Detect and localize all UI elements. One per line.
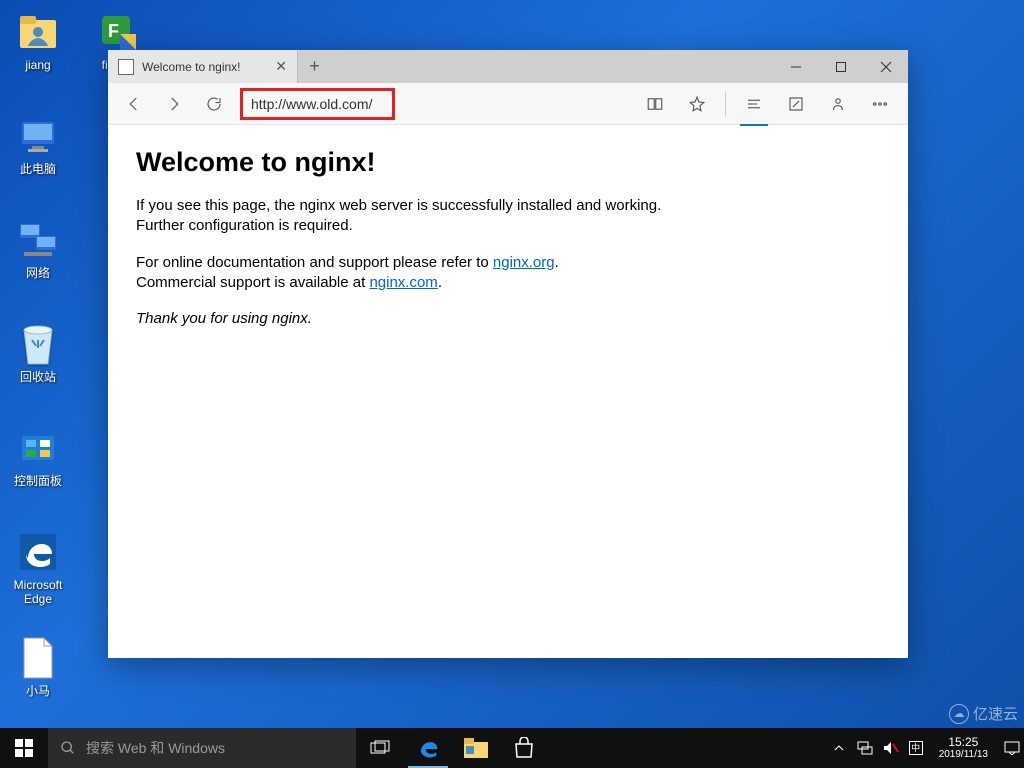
fiddler-icon: F [96,10,140,54]
taskbar-clock[interactable]: 15:25 2019/11/13 [933,736,994,760]
taskbar-store[interactable] [500,728,548,768]
forward-button[interactable] [156,86,192,122]
web-note-button[interactable] [776,86,816,122]
store-icon [513,737,535,759]
desktop-icon-label: 回收站 [0,370,76,384]
page-heading: Welcome to nginx! [136,147,880,178]
desktop-icon-label: 此电脑 [0,162,76,176]
tray-chevron-icon[interactable] [831,740,847,756]
nav-bar: http://www.old.com/ [108,83,908,125]
notifications-icon[interactable] [1004,740,1020,756]
close-window-button[interactable] [863,50,908,83]
system-tray: 中 15:25 2019/11/13 [827,728,1024,768]
desktop-icon-label: 网络 [0,266,76,280]
start-button[interactable] [0,728,48,768]
time-text: 15:25 [939,736,988,749]
desktop-icon-pc[interactable]: 此电脑 [0,112,76,176]
minimize-button[interactable] [773,50,818,83]
refresh-button[interactable] [196,86,232,122]
desktop-icon-edge[interactable]: Microsoft Edge [0,528,76,607]
edge-icon [415,735,441,761]
search-icon [60,740,76,756]
url-text: http://www.old.com/ [251,96,372,112]
edge-icon [16,530,60,574]
desktop-icon-label: 小马 [0,684,76,698]
page-content: Welcome to nginx! If you see this page, … [108,125,908,658]
page-thanks: Thank you for using nginx. [136,309,696,329]
user-folder-icon [16,10,60,54]
desktop-icon-user[interactable]: jiang [0,8,76,72]
separator [725,92,726,116]
link-nginx-com[interactable]: nginx.com [369,274,437,291]
share-button[interactable] [818,86,858,122]
desktop-icon-file[interactable]: 小马 [0,634,76,698]
desktop-icon-recycle-bin[interactable]: 回收站 [0,320,76,384]
this-pc-icon [16,114,60,158]
browser-tab[interactable]: Welcome to nginx! ✕ [108,50,298,83]
page-icon [118,59,134,75]
favorites-button[interactable] [677,86,717,122]
ime-tray-icon[interactable]: 中 [909,741,923,755]
new-tab-button[interactable]: + [298,50,331,83]
taskbar-edge[interactable] [404,728,452,768]
watermark: ☁ 亿速云 [949,703,1018,724]
task-view-button[interactable] [356,728,404,768]
desktop-icon-label: 控制面板 [0,474,76,488]
close-tab-icon[interactable]: ✕ [275,58,287,75]
more-button[interactable] [860,86,900,122]
maximize-button[interactable] [818,50,863,83]
desktop-icon-label: Microsoft Edge [0,578,76,607]
tab-title: Welcome to nginx! [142,60,241,74]
folder-icon [464,738,488,758]
desktop-icon-network[interactable]: 网络 [0,216,76,280]
windows-logo-icon [15,739,33,757]
taskbar-explorer[interactable] [452,728,500,768]
page-paragraph: For online documentation and support ple… [136,253,696,294]
edge-browser-window: Welcome to nginx! ✕ + http://www.old. [108,50,908,658]
desktop-icon-control-panel[interactable]: 控制面板 [0,424,76,488]
date-text: 2019/11/13 [939,749,988,760]
link-nginx-org[interactable]: nginx.org [493,254,555,271]
window-controls [773,50,908,83]
desktop-icon-label: jiang [0,58,76,72]
taskbar-search[interactable]: 搜索 Web 和 Windows [48,728,356,768]
cloud-icon: ☁ [949,704,969,724]
page-paragraph: If you see this page, the nginx web serv… [136,196,696,237]
control-panel-icon [16,426,60,470]
hub-button[interactable] [734,86,774,122]
network-tray-icon[interactable] [857,740,873,756]
reading-view-button[interactable] [635,86,675,122]
file-icon [20,636,56,680]
watermark-text: 亿速云 [973,703,1018,724]
tab-bar: Welcome to nginx! ✕ + [108,50,908,83]
search-placeholder: 搜索 Web 和 Windows [86,738,225,758]
recycle-bin-icon [18,320,58,368]
back-button[interactable] [116,86,152,122]
address-bar[interactable]: http://www.old.com/ [240,88,395,120]
network-icon [16,218,60,262]
svg-text:F: F [108,21,119,41]
volume-tray-icon[interactable] [883,740,899,756]
taskbar: 搜索 Web 和 Windows 中 15:25 2019/11/1 [0,728,1024,768]
